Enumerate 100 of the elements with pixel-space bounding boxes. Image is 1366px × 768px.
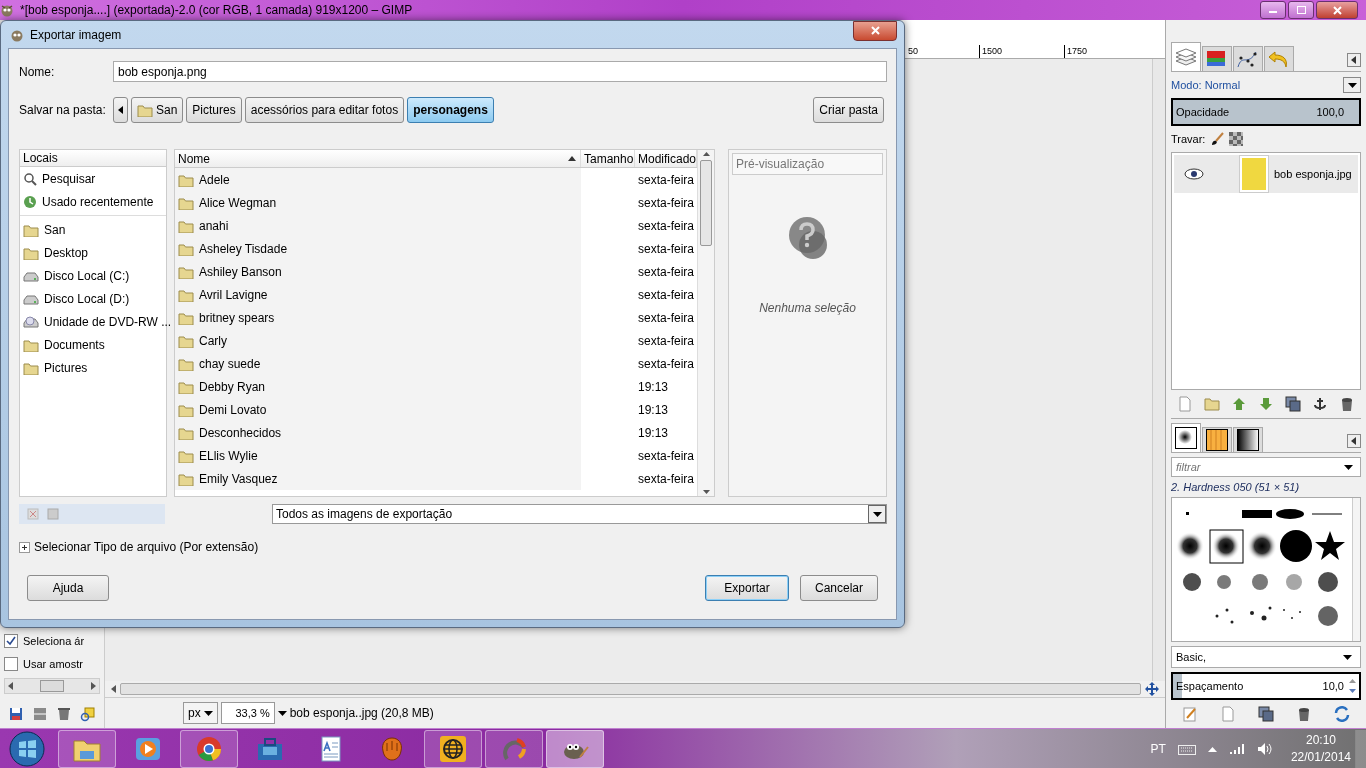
slider-value: 100,0 [1316, 106, 1344, 118]
folder-icon [23, 245, 39, 260]
slider-label: Espaçamento [1176, 680, 1244, 692]
checker-icon[interactable] [1229, 132, 1244, 146]
duplicate-icon[interactable] [1285, 396, 1302, 412]
column-header[interactable]: Modificado [635, 150, 698, 167]
caret-icon [203, 710, 213, 716]
path-segment[interactable]: Pictures [186, 97, 242, 123]
path-segment[interactable]: San [131, 97, 184, 123]
signal-bars-icon[interactable] [1228, 743, 1245, 755]
layer-row[interactable]: bob esponja.jpg [1174, 155, 1358, 193]
vertical-scrollbar[interactable] [1152, 59, 1165, 681]
checkbox[interactable] [4, 633, 18, 648]
file-type-expander[interactable]: Selecionar Tipo de arquivo (Por extensão) [19, 540, 887, 554]
horizontal-scrollbar[interactable] [120, 683, 1141, 695]
file-modified: sexta-feira [637, 356, 695, 371]
ruler-label: 1750 [1064, 45, 1149, 58]
place-item[interactable]: Disco Local (D:) [20, 287, 166, 310]
vertical-scrollbar[interactable] [1352, 498, 1360, 641]
place-item[interactable]: Documents [20, 333, 166, 356]
maximize-button[interactable] [1288, 1, 1314, 19]
folder-icon [23, 360, 39, 375]
trash-icon[interactable] [56, 706, 72, 722]
file-modified: sexta-feira [637, 218, 695, 233]
navigate-icon[interactable] [1145, 682, 1159, 696]
spin-arrows-icon [1348, 676, 1357, 696]
dock-tab[interactable] [1202, 427, 1232, 452]
scroll-down-icon [702, 490, 710, 494]
dialog-button[interactable]: Ajuda [27, 575, 109, 601]
volume-icon[interactable] [1256, 742, 1273, 756]
minimize-button[interactable] [1260, 1, 1286, 19]
place-item[interactable]: Pesquisar [20, 167, 166, 190]
dialog-button[interactable]: Exportar [705, 575, 789, 601]
collapse-icon[interactable] [1347, 434, 1361, 448]
tray-arrow-icon[interactable] [1207, 746, 1217, 752]
close-button[interactable] [1316, 1, 1358, 19]
collapse-icon[interactable] [1347, 53, 1361, 67]
zoom-field[interactable]: 33,3 % [220, 702, 275, 724]
trash-icon[interactable] [1296, 706, 1312, 722]
dialog-button[interactable]: Cancelar [800, 575, 878, 601]
unit-combo[interactable]: px [183, 702, 218, 724]
path-segment[interactable]: acessórios para editar fotos [244, 97, 405, 123]
anchor-icon[interactable] [1312, 396, 1329, 412]
vertical-scrollbar[interactable] [697, 150, 715, 496]
file-modified: 19:13 [637, 379, 669, 394]
column-header[interactable]: Nome [175, 150, 581, 167]
save-icon[interactable] [8, 706, 24, 722]
column-header[interactable]: Tamanho [581, 150, 635, 167]
brush-icon[interactable] [1210, 132, 1225, 146]
opacity-slider[interactable]: Opacidade 100,0 [1171, 98, 1361, 126]
refresh-icon[interactable] [1334, 706, 1350, 722]
place-item[interactable]: Disco Local (C:) [20, 264, 166, 287]
spacing-slider[interactable]: Espaçamento 10,0 [1171, 672, 1361, 700]
close-icon [1332, 5, 1342, 15]
keyboard-icon[interactable] [1177, 743, 1196, 755]
horizontal-scrollbar[interactable] [4, 678, 100, 694]
file-name: Carly [199, 333, 227, 348]
file-modified: sexta-feira [637, 172, 695, 187]
file-name: Asheley Tisdade [199, 241, 288, 256]
left-arrow-icon [118, 106, 123, 114]
clock[interactable]: 20:10 22/01/2014 [1290, 732, 1351, 766]
place-item[interactable]: San [20, 218, 166, 241]
name-field[interactable]: bob esponja.png [113, 61, 887, 82]
reset-icon[interactable] [80, 706, 96, 722]
down-arrow-icon[interactable] [1258, 396, 1274, 412]
taskbar-button[interactable] [546, 730, 604, 768]
toolbox-icon [255, 735, 285, 763]
folder-icon [23, 222, 39, 237]
place-item[interactable]: Usado recentemente [20, 190, 166, 213]
mode-dropdown[interactable] [1343, 77, 1361, 93]
preset-dropdown[interactable]: Basic, [1171, 646, 1361, 668]
filter-field[interactable]: filtrar [1171, 457, 1361, 477]
dock-tab[interactable] [1233, 427, 1263, 452]
scrollbar-thumb[interactable] [700, 160, 713, 246]
duplicate-icon[interactable] [1258, 706, 1274, 722]
globe-icon [438, 735, 468, 763]
taskbar-button[interactable] [424, 730, 482, 768]
scrollbar-thumb[interactable] [40, 680, 64, 692]
layer-name: bob esponja.jpg [1274, 168, 1352, 180]
eye-icon[interactable] [1184, 168, 1204, 180]
edit-icon[interactable] [1182, 706, 1198, 722]
folder-icon [178, 172, 194, 187]
caret-icon [872, 511, 882, 517]
dock-tab[interactable] [1233, 46, 1263, 71]
clock-icon [23, 194, 37, 209]
file-modified: sexta-feira [637, 471, 695, 486]
file-type-dropdown[interactable]: Todos as imagens de exportação [272, 504, 887, 524]
gimp-icon [0, 3, 14, 17]
place-item[interactable]: Desktop [20, 241, 166, 264]
place-item[interactable]: Pictures [20, 356, 166, 379]
back-button[interactable] [113, 97, 128, 123]
dock-tab[interactable] [1171, 423, 1201, 452]
create-folder-button[interactable]: Criar pasta [813, 97, 884, 123]
file-name: Debby Ryan [199, 379, 266, 394]
caret-icon [1347, 82, 1357, 88]
scroll-right-icon [91, 682, 96, 690]
path-segment[interactable]: personagens [407, 97, 494, 123]
checkbox[interactable] [4, 656, 18, 671]
close-button[interactable] [853, 20, 897, 41]
restore-icon[interactable] [32, 706, 48, 722]
